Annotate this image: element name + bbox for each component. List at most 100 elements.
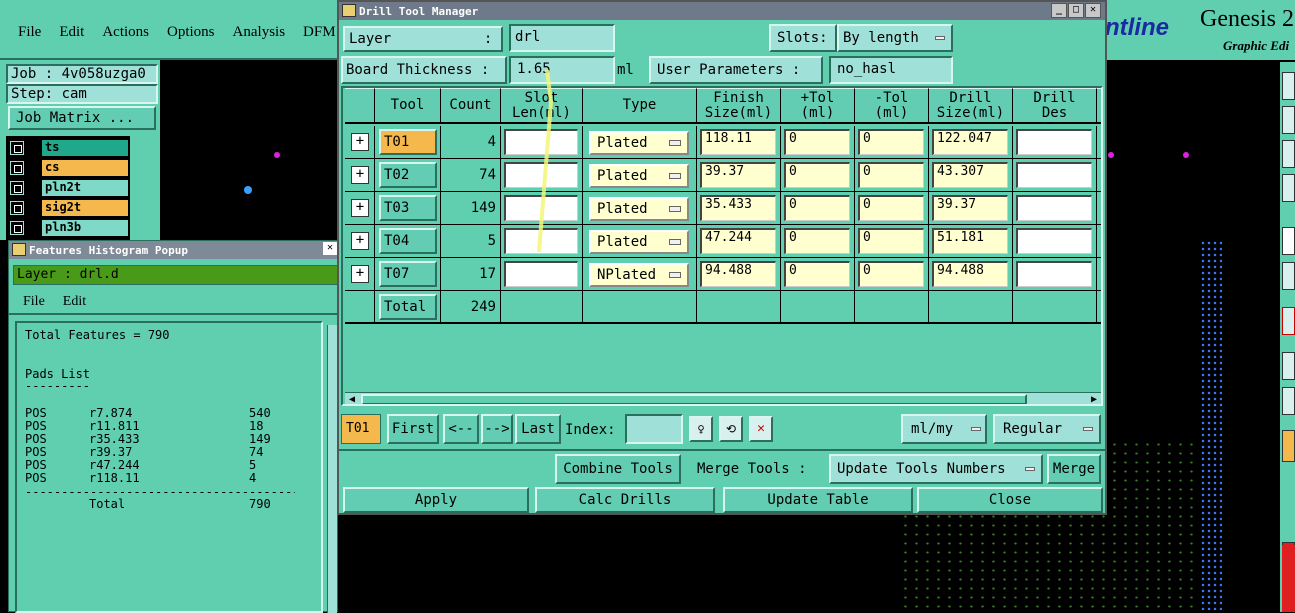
tool-button[interactable]: T07	[379, 261, 437, 287]
apply-button[interactable]: Apply	[343, 487, 529, 513]
expand-icon[interactable]: +	[351, 232, 369, 250]
combine-tools-button[interactable]: Combine Tools	[555, 454, 681, 484]
tool-button[interactable]: T03	[379, 195, 437, 221]
layer-checkbox[interactable]	[10, 141, 24, 155]
menu-analysis[interactable]: Analysis	[233, 24, 286, 41]
close-icon[interactable]: ✕	[323, 242, 337, 255]
ptol-input[interactable]: 0	[784, 162, 850, 188]
merge-button[interactable]: Merge	[1047, 454, 1101, 484]
ptol-input[interactable]: 0	[784, 261, 850, 287]
layer-checkbox[interactable]	[10, 201, 24, 215]
toolbar-icon[interactable]	[1282, 106, 1295, 134]
tool-button[interactable]: T04	[379, 228, 437, 254]
slot-length-input[interactable]	[504, 261, 578, 287]
scroll-thumb[interactable]	[361, 394, 1027, 404]
menu-file[interactable]: File	[18, 24, 41, 41]
tool-button[interactable]: T01	[379, 129, 437, 155]
histogram-menu-file[interactable]: File	[23, 294, 45, 310]
units-select[interactable]: ml/my	[901, 414, 987, 444]
type-select[interactable]: Plated	[589, 230, 689, 254]
ptol-input[interactable]: 0	[784, 129, 850, 155]
ptol-input[interactable]: 0	[784, 195, 850, 221]
layer-item[interactable]: pln2t	[10, 179, 130, 197]
menu-edit[interactable]: Edit	[59, 24, 84, 41]
drill-des-input[interactable]	[1016, 228, 1092, 254]
finish-input[interactable]: 47.244	[700, 228, 776, 254]
drill-input[interactable]: 39.37	[932, 195, 1008, 221]
toolbar-icon[interactable]	[1282, 227, 1295, 255]
mode-select[interactable]: Regular	[993, 414, 1101, 444]
finish-input[interactable]: 39.37	[700, 162, 776, 188]
calc-drills-button[interactable]: Calc Drills	[535, 487, 715, 513]
layer-item[interactable]: pln3b	[10, 219, 130, 237]
toolbar-icon[interactable]	[1282, 140, 1295, 168]
tool-button[interactable]: T02	[379, 162, 437, 188]
finish-input[interactable]: 35.433	[700, 195, 776, 221]
menu-options[interactable]: Options	[167, 24, 215, 41]
menu-dfm[interactable]: DFM	[303, 24, 336, 41]
first-button[interactable]: First	[387, 414, 439, 444]
drill-input[interactable]: 51.181	[932, 228, 1008, 254]
update-table-button[interactable]: Update Table	[723, 487, 913, 513]
toolbar-icon[interactable]	[1282, 262, 1295, 290]
toolbar-icon[interactable]	[1282, 174, 1295, 202]
layer-item[interactable]: ts	[10, 139, 130, 157]
expand-icon[interactable]: +	[351, 199, 369, 217]
mtol-input[interactable]: 0	[858, 195, 924, 221]
maximize-icon[interactable]: □	[1068, 3, 1084, 18]
layer-input[interactable]: drl	[509, 24, 615, 52]
prev-button[interactable]: <--	[443, 414, 479, 444]
close-button[interactable]: Close	[917, 487, 1103, 513]
index-input[interactable]	[625, 414, 683, 444]
toolbar-icon[interactable]	[1282, 307, 1295, 335]
drill-input[interactable]: 122.047	[932, 129, 1008, 155]
layer-item[interactable]: sig2t	[10, 199, 130, 217]
type-select[interactable]: Plated	[589, 131, 689, 155]
type-select[interactable]: Plated	[589, 197, 689, 221]
scroll-right-icon[interactable]: ▶	[1087, 393, 1101, 404]
finish-input[interactable]: 94.488	[700, 261, 776, 287]
toolbar-icon[interactable]	[1282, 352, 1295, 380]
table-hscroll[interactable]: ◀ ▶	[345, 392, 1101, 404]
last-button[interactable]: Last	[515, 414, 561, 444]
expand-icon[interactable]: +	[351, 133, 369, 151]
ptol-input[interactable]: 0	[784, 228, 850, 254]
job-matrix-button[interactable]: Job Matrix ...	[8, 106, 156, 130]
histogram-scrollbar[interactable]	[327, 325, 337, 613]
mtol-input[interactable]: 0	[858, 228, 924, 254]
toolbar-icon[interactable]	[1282, 72, 1295, 100]
finish-input[interactable]: 118.11	[700, 129, 776, 155]
drill-input[interactable]: 43.307	[932, 162, 1008, 188]
delete-icon[interactable]: ✕	[749, 416, 773, 442]
type-select[interactable]: NPlated	[589, 263, 689, 287]
toolbar-icon[interactable]	[1282, 430, 1295, 462]
drill-des-input[interactable]	[1016, 129, 1092, 155]
close-icon[interactable]: ✕	[1085, 3, 1101, 18]
refresh-icon[interactable]: ⟲	[719, 416, 743, 442]
bulb-icon[interactable]: ♀	[689, 416, 713, 442]
user-params-input[interactable]: no_hasl	[829, 56, 953, 84]
type-select[interactable]: Plated	[589, 164, 689, 188]
layer-checkbox[interactable]	[10, 221, 24, 235]
mtol-input[interactable]: 0	[858, 129, 924, 155]
merge-option-select[interactable]: Update Tools Numbers	[829, 454, 1043, 484]
layer-item[interactable]: cs	[10, 159, 130, 177]
layer-checkbox[interactable]	[10, 161, 24, 175]
menu-actions[interactable]: Actions	[102, 24, 149, 41]
mtol-input[interactable]: 0	[858, 162, 924, 188]
drill-des-input[interactable]	[1016, 261, 1092, 287]
histogram-menu-edit[interactable]: Edit	[63, 294, 86, 310]
drill-des-input[interactable]	[1016, 162, 1092, 188]
slots-select[interactable]: By length	[837, 24, 953, 52]
expand-icon[interactable]: +	[351, 265, 369, 283]
mtol-input[interactable]: 0	[858, 261, 924, 287]
next-button[interactable]: -->	[481, 414, 513, 444]
drill-input[interactable]: 94.488	[932, 261, 1008, 287]
expand-icon[interactable]: +	[351, 166, 369, 184]
scroll-left-icon[interactable]: ◀	[345, 393, 359, 404]
toolbar-icon[interactable]	[1282, 387, 1295, 415]
layer-checkbox[interactable]	[10, 181, 24, 195]
header-mtol: (ml)	[874, 104, 909, 121]
drill-des-input[interactable]	[1016, 195, 1092, 221]
minimize-icon[interactable]: _	[1051, 3, 1067, 18]
